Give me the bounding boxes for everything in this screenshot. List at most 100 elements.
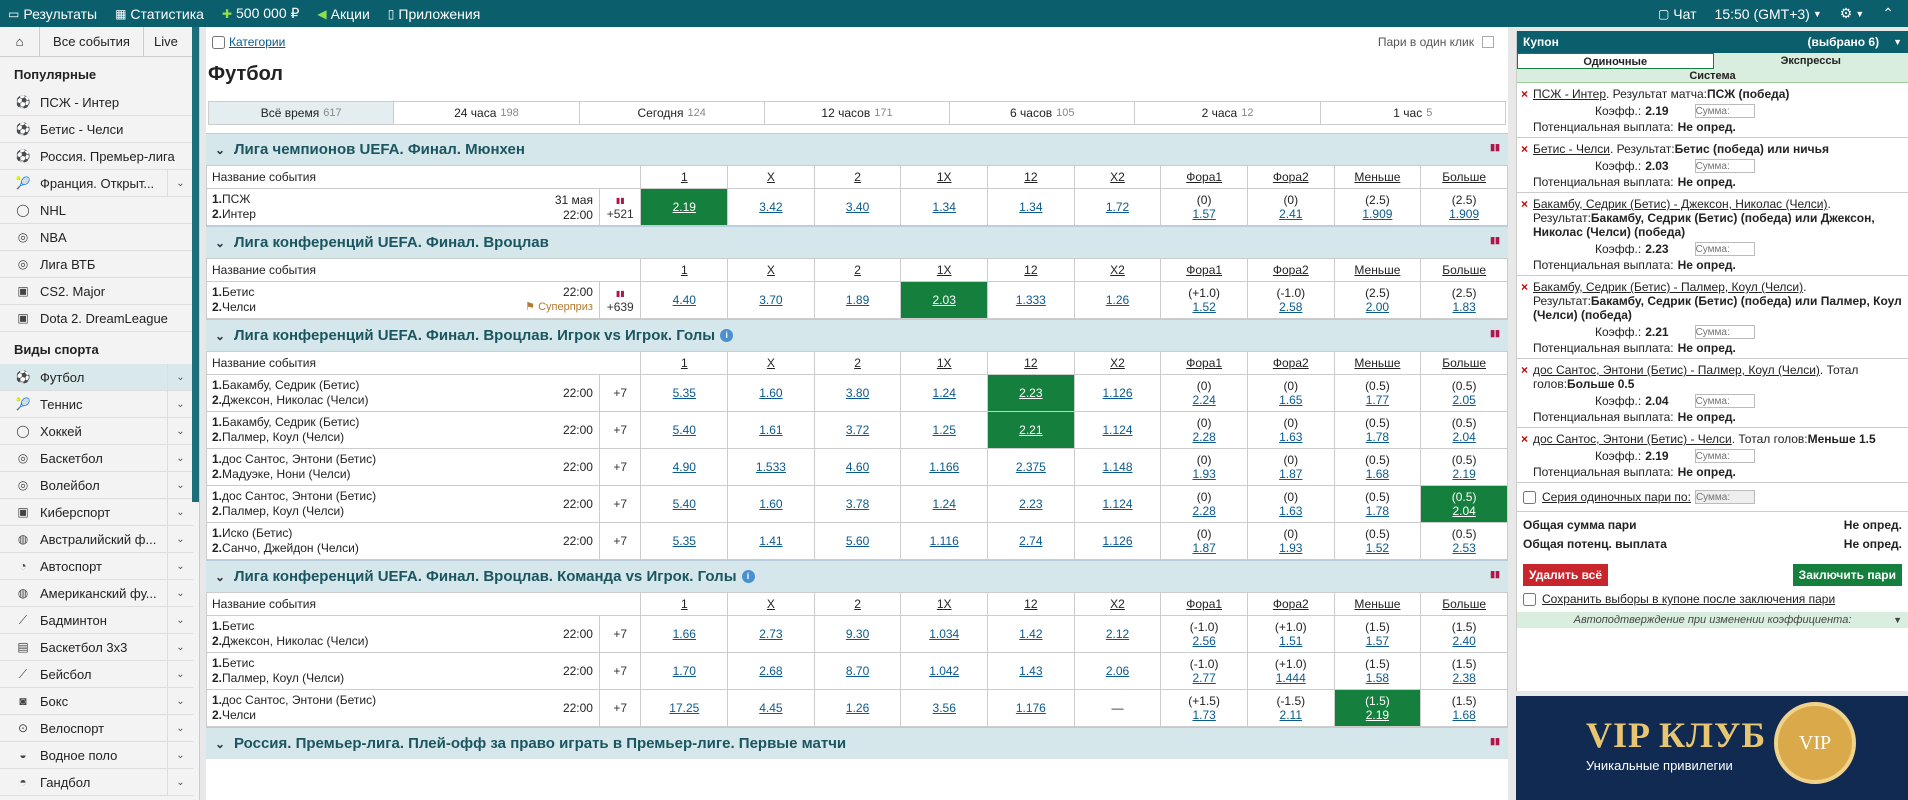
odds-cell[interactable]: 1.124 [1073,411,1162,449]
column-header[interactable]: X [727,592,815,616]
odds-value[interactable]: 1.24 [933,497,956,511]
column-header[interactable]: 1 [640,351,729,375]
odds-cell[interactable]: 1.148 [1073,448,1162,486]
odds-cell[interactable]: 5.35 [640,374,729,412]
odds-cell[interactable]: 1.89 [813,281,902,319]
sidebar-item[interactable]: ◎ Лига ВТБ [0,251,193,278]
handicap-cell[interactable]: (0) 2.41 [1246,188,1335,226]
league-header[interactable]: ⌄ Лига конференций UEFA. Финал. Вроцлав ▮▮ [206,226,1508,258]
series-checkbox[interactable] [1523,490,1536,504]
league-header[interactable]: ⌄ Россия. Премьер-лига. Плей-офф за право… [206,727,1508,759]
bet-event[interactable]: ПСЖ - Интер [1533,87,1606,101]
odds-value[interactable]: 3.78 [846,497,869,511]
vip-banner[interactable]: VIP КЛУБ Уникальные привилегии VIP [1516,696,1908,800]
odds-cell[interactable]: 2.12 [1073,615,1162,653]
column-header[interactable]: 2 [813,351,902,375]
event-teams[interactable]: 1.Иско (Бетис) 2.Санчо, Джейдон (Челси) 22… [206,522,600,560]
handicap-cell[interactable]: (0) 1.87 [1160,522,1248,560]
time-filter-4[interactable]: 6 часов 105 [950,102,1136,124]
bet-sum-input[interactable] [1694,394,1755,408]
odds-value[interactable]: 2.21 [1019,423,1042,437]
bet-event[interactable]: Бетис - Челси [1533,142,1610,156]
odds-value[interactable]: 5.35 [673,534,696,548]
apps-link[interactable]: ▯ Приложения [388,6,481,22]
more-markets[interactable]: +7 [598,689,642,727]
remove-bet-icon[interactable]: × [1521,142,1528,156]
handicap-cell[interactable]: (2.5) 1.83 [1420,281,1508,319]
column-header[interactable]: Фора2 [1246,592,1335,616]
odds-cell[interactable]: 2.19 [640,188,729,226]
bonus-link[interactable]: ✚ 500 000 ₽ [222,5,299,22]
odds-value[interactable]: 1.042 [929,664,959,678]
odds-cell[interactable]: 1.61 [727,411,815,449]
column-header[interactable]: 2 [813,165,902,189]
home-button[interactable]: ⌂ [0,27,40,56]
odds-value[interactable]: 1.43 [1019,664,1042,678]
odds-cell[interactable]: 3.78 [813,485,902,523]
odds-cell[interactable]: 4.40 [640,281,729,319]
chevron-down-icon[interactable]: ⌄ [167,445,193,471]
sidebar-item[interactable]: ◯ Хоккей ⌄ [0,418,193,445]
time-selector[interactable]: 15:50 (GMT+3) ▼ [1715,6,1822,22]
odds-cell[interactable]: 5.40 [640,485,729,523]
remove-bet-icon[interactable]: × [1521,197,1528,211]
chevron-down-icon[interactable]: ⌄ [167,472,193,498]
handicap-odds[interactable]: 1.93 [1192,467,1215,481]
bet-event[interactable]: Бакамбу, Седрик (Бетис) - Джексон, Никол… [1533,197,1827,211]
more-markets[interactable]: +7 [598,522,642,560]
column-header[interactable]: X2 [1073,351,1162,375]
more-markets[interactable]: +7 [598,374,642,412]
chevron-down-icon[interactable]: ⌄ [167,499,193,525]
odds-value[interactable]: 1.148 [1102,460,1132,474]
odds-cell[interactable]: 5.35 [640,522,729,560]
column-header[interactable]: Фора1 [1160,592,1248,616]
time-filter-1[interactable]: 24 часа 198 [394,102,580,124]
odds-cell[interactable]: 1.26 [813,689,902,727]
league-header[interactable]: ⌄ Лига конференций UEFA. Финал. Вроцлав. … [206,560,1508,592]
handicap-odds[interactable]: 1.78 [1366,504,1389,518]
odds-cell[interactable]: 1.25 [900,411,989,449]
stats-bars-icon[interactable]: ▮▮ [1490,142,1500,153]
categories-link[interactable]: Категории [229,35,285,49]
odds-value[interactable]: 4.60 [846,460,869,474]
handicap-odds[interactable]: 1.909 [1362,207,1392,221]
odds-value[interactable]: 1.60 [759,497,782,511]
time-filter-0[interactable]: Всё время 617 [209,102,395,124]
column-header[interactable]: 2 [813,258,902,282]
stats-icon[interactable]: ▮▮ [600,194,640,207]
handicap-cell[interactable]: (0.5) 1.77 [1333,374,1422,412]
column-header[interactable]: X [727,165,815,189]
handicap-odds[interactable]: 1.68 [1452,708,1475,722]
handicap-cell[interactable]: (-1.0) 2.77 [1160,652,1248,690]
odds-value[interactable]: 2.12 [1106,627,1129,641]
bet-sum-input[interactable] [1694,242,1755,256]
column-header[interactable]: 1 [640,258,729,282]
sidebar-item[interactable]: ▣ CS2. Major [0,278,193,305]
time-filter-2[interactable]: Сегодня 124 [580,102,765,124]
chevron-down-icon[interactable]: ⌄ [167,715,193,741]
remove-bet-icon[interactable]: × [1521,280,1528,294]
odds-value[interactable]: 2.23 [1019,497,1042,511]
handicap-odds[interactable]: 1.51 [1279,634,1302,648]
handicap-cell[interactable]: (0.5) 2.19 [1420,448,1508,486]
handicap-cell[interactable]: (2.5) 2.00 [1333,281,1422,319]
categories-checkbox[interactable] [212,35,225,49]
column-header[interactable]: Больше [1420,592,1508,616]
sidebar-item[interactable]: ⚽ Бетис - Челси [0,116,193,143]
bet-event[interactable]: Бакамбу, Седрик (Бетис) - Палмер, Коул (… [1533,280,1803,294]
sidebar-item[interactable]: ◎ Волейбол ⌄ [0,472,193,499]
odds-cell[interactable]: 1.116 [900,522,989,560]
odds-cell[interactable]: 1.41 [727,522,815,560]
tab-express[interactable]: Экспрессы [1713,53,1908,69]
handicap-cell[interactable]: (2.5) 1.909 [1333,188,1422,226]
bet-sum-input[interactable] [1694,449,1755,463]
odds-value[interactable]: 1.24 [933,386,956,400]
odds-value[interactable]: 1.124 [1102,423,1132,437]
odds-value[interactable]: 1.34 [933,200,956,214]
handicap-cell[interactable]: (1.5) 1.68 [1420,689,1508,727]
chevron-down-icon[interactable]: ⌄ [167,607,193,633]
odds-cell[interactable]: 1.333 [987,281,1075,319]
odds-cell[interactable]: 1.034 [900,615,989,653]
odds-cell[interactable]: 4.90 [640,448,729,486]
odds-value[interactable]: 1.126 [1102,534,1132,548]
